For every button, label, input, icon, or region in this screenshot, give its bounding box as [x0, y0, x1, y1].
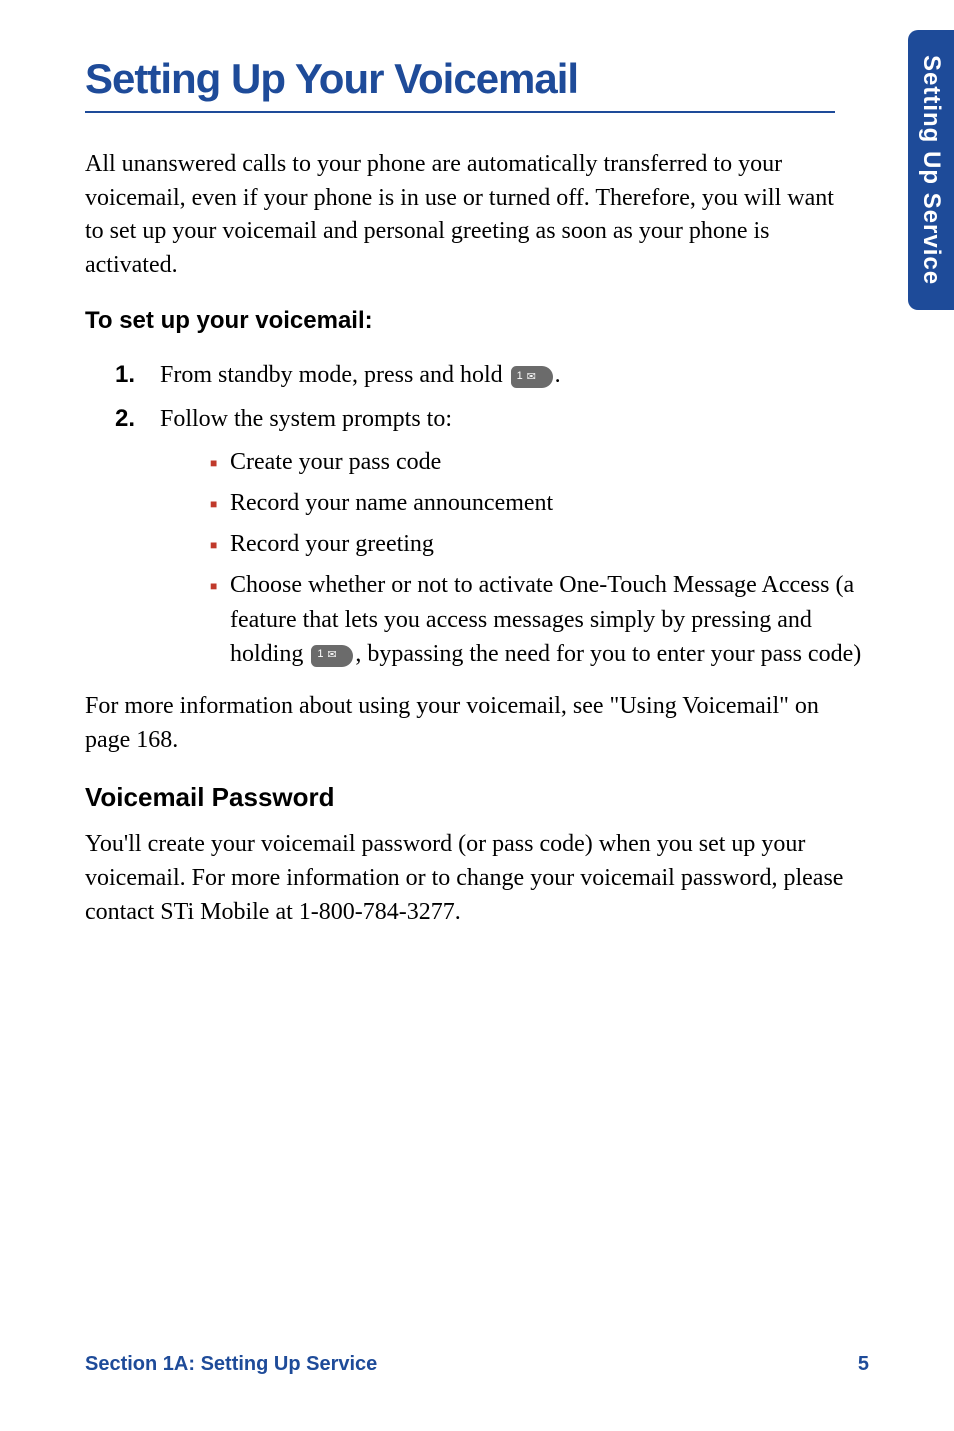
side-tab-label: Setting Up Service: [917, 55, 945, 285]
more-info-paragraph: For more information about using your vo…: [85, 690, 845, 757]
bullet-list: Create your pass code Record your name a…: [160, 445, 869, 672]
main-heading: Setting Up Your Voicemail: [85, 55, 869, 103]
footer-page-number: 5: [858, 1353, 869, 1376]
step-number: 2.: [115, 401, 135, 437]
heading-underline: [85, 111, 835, 113]
password-paragraph: You'll create your voicemail password (o…: [85, 828, 845, 929]
bullet-item: Create your pass code: [210, 445, 869, 480]
page-content: Setting Up Your Voicemail All unanswered…: [0, 0, 954, 929]
intro-paragraph: All unanswered calls to your phone are a…: [85, 148, 845, 282]
step-text: Follow the system prompts to:: [160, 406, 452, 432]
step-text-before: From standby mode, press and hold: [160, 362, 509, 388]
sub-heading: Voicemail Password: [85, 782, 869, 813]
step-number: 1.: [115, 357, 135, 393]
bullet-text-after: , bypassing the need for you to enter yo…: [355, 641, 861, 667]
bullet-item: Record your greeting: [210, 527, 869, 562]
voicemail-key-icon: [311, 645, 353, 667]
side-tab: Setting Up Service: [908, 30, 954, 310]
step-item-1: 1. From standby mode, press and hold .: [115, 357, 869, 393]
steps-list: 1. From standby mode, press and hold . 2…: [85, 357, 869, 672]
instruction-label: To set up your voicemail:: [85, 307, 869, 335]
voicemail-key-icon: [511, 366, 553, 388]
bullet-item: Choose whether or not to activate One-To…: [210, 568, 869, 672]
page-footer: Section 1A: Setting Up Service 5: [85, 1353, 869, 1376]
step-text-after: .: [555, 362, 561, 388]
step-item-2: 2. Follow the system prompts to: Create …: [115, 401, 869, 672]
bullet-item: Record your name announcement: [210, 486, 869, 521]
footer-section-label: Section 1A: Setting Up Service: [85, 1353, 377, 1376]
